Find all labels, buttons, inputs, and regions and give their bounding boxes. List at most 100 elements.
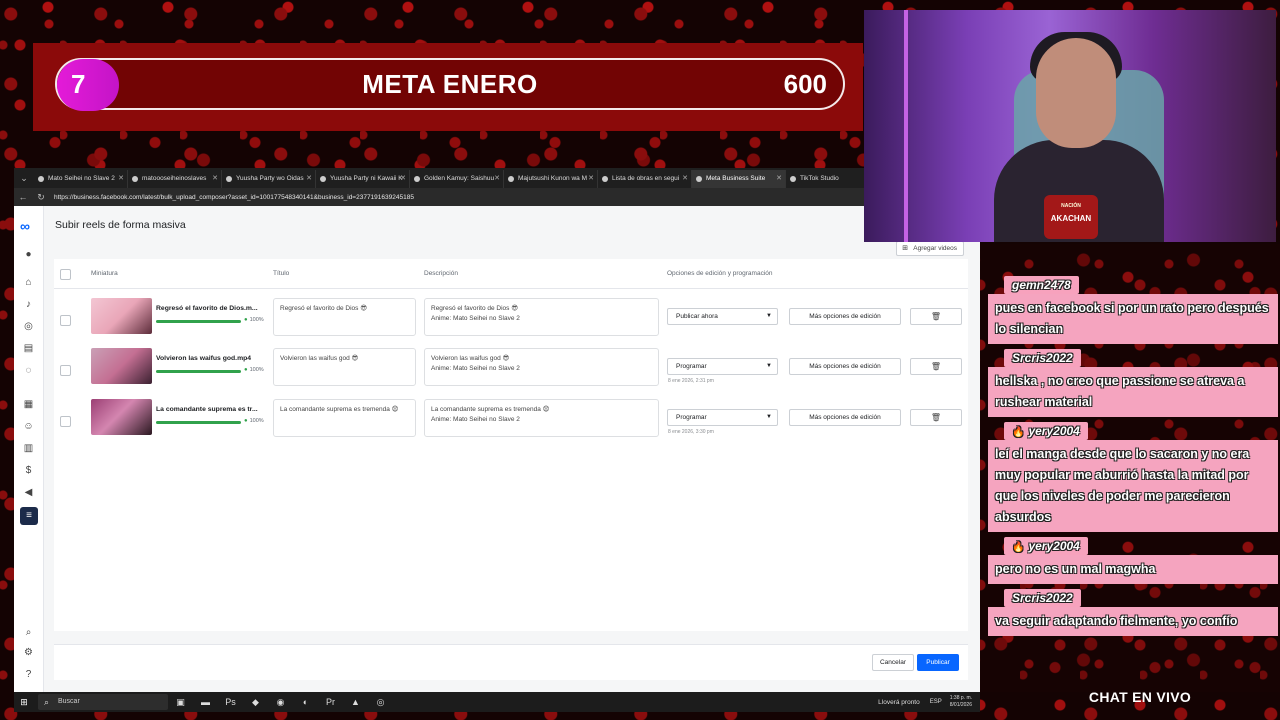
flame-icon: 🔥 bbox=[1012, 427, 1025, 438]
row-checkbox[interactable] bbox=[60, 416, 71, 427]
app-icon[interactable]: ◆ bbox=[243, 697, 268, 708]
tab-list-icon[interactable]: ⌄ bbox=[14, 173, 34, 184]
browser-tab[interactable]: Yuusha Party ni Kawaii K ✕ bbox=[316, 170, 410, 188]
schedule-select[interactable]: Programar ▼ bbox=[667, 409, 778, 426]
search-icon[interactable]: ⌕ bbox=[22, 626, 35, 639]
streamer-head bbox=[1036, 38, 1116, 148]
edge-icon[interactable]: ◐ bbox=[293, 697, 318, 707]
premiere-icon[interactable]: Pr bbox=[318, 697, 343, 707]
video-thumbnail[interactable] bbox=[91, 348, 152, 384]
chevron-down-icon: ▼ bbox=[766, 363, 772, 369]
insights-icon[interactable]: ▥ bbox=[22, 442, 35, 455]
close-icon[interactable]: ✕ bbox=[776, 170, 782, 188]
weather-widget[interactable]: Lloverá pronto bbox=[878, 699, 920, 706]
more-edit-options-button[interactable]: Más opciones de edición bbox=[789, 409, 901, 426]
tab-favicon-icon bbox=[38, 176, 44, 182]
column-thumbnail: Miniatura bbox=[91, 270, 118, 277]
goal-progress-bar: 7 META ENERO 600 bbox=[55, 58, 845, 111]
chat-username-badge: 🔥 yery2004 bbox=[1004, 422, 1088, 440]
video-filename: La comandante suprema es tr... bbox=[156, 406, 258, 413]
chat-message: gemn2478 pues en facebook si por un rato… bbox=[988, 276, 1278, 344]
description-input[interactable]: Volvieron las waifus god 😎 Anime: Mato S… bbox=[424, 348, 659, 386]
delete-icon[interactable]: 🗑 bbox=[910, 308, 962, 325]
close-icon[interactable]: ✕ bbox=[118, 170, 124, 188]
table-row: Regresó el favorito de Dios.m... 100% Re… bbox=[54, 298, 968, 348]
notifications-icon[interactable]: ♪ bbox=[22, 298, 35, 311]
ads-megaphone-icon[interactable]: ◀ bbox=[22, 486, 35, 499]
all-tools-icon[interactable]: ≡ bbox=[20, 507, 38, 525]
reload-icon[interactable]: ↻ bbox=[32, 192, 50, 203]
calendar-icon[interactable]: ▦ bbox=[22, 398, 35, 411]
publish-button[interactable]: Publicar bbox=[917, 654, 959, 671]
close-icon[interactable]: ✕ bbox=[682, 170, 688, 188]
flame-icon: 🔥 bbox=[1012, 542, 1025, 553]
row-checkbox[interactable] bbox=[60, 365, 71, 376]
file-explorer-icon[interactable]: ▬ bbox=[193, 697, 218, 707]
row-checkbox[interactable] bbox=[60, 315, 71, 326]
close-icon[interactable]: ✕ bbox=[588, 170, 594, 188]
webcam-feed: NACIÓN AKACHAN bbox=[864, 10, 1276, 242]
help-icon[interactable]: ? bbox=[22, 668, 35, 681]
home-icon[interactable]: ⌂ bbox=[22, 276, 35, 289]
more-edit-options-button[interactable]: Más opciones de edición bbox=[789, 358, 901, 375]
browser-tab[interactable]: Golden Kamuy: Saishuu ✕ bbox=[410, 170, 504, 188]
ads-icon[interactable]: ◌ bbox=[22, 364, 35, 377]
monetization-icon[interactable]: $ bbox=[22, 464, 35, 477]
chrome-icon[interactable]: ◉ bbox=[268, 697, 293, 708]
close-icon[interactable]: ✕ bbox=[306, 170, 312, 188]
schedule-select[interactable]: Programar ▼ bbox=[667, 358, 778, 375]
taskbar-clock[interactable]: 1:38 p. m. 8/01/2026 bbox=[950, 695, 972, 709]
chat-message: Srcris2022 va seguir adaptando fielmente… bbox=[988, 589, 1278, 636]
delete-icon[interactable]: 🗑 bbox=[910, 358, 962, 375]
description-input[interactable]: Regresó el favorito de Dios 😎 Anime: Mat… bbox=[424, 298, 659, 336]
close-icon[interactable]: ✕ bbox=[400, 170, 406, 188]
chat-text: leí el manga desde que lo sacaron y no e… bbox=[988, 440, 1278, 532]
chat-text: pues en facebook si por un rato pero des… bbox=[988, 294, 1278, 344]
browser-tab[interactable]: Yuusha Party wo Oidas ✕ bbox=[222, 170, 316, 188]
chat-username: Srcris2022 bbox=[1004, 589, 1081, 607]
page-footer: Cancelar Publicar bbox=[54, 644, 968, 680]
close-icon[interactable]: ✕ bbox=[494, 170, 500, 188]
browser-tab[interactable]: Lista de obras en segui ✕ bbox=[598, 170, 692, 188]
chat-live-label: CHAT EN VIVO bbox=[1088, 689, 1192, 705]
video-thumbnail[interactable] bbox=[91, 298, 152, 334]
description-input[interactable]: La comandante suprema es tremenda 😧 Anim… bbox=[424, 399, 659, 437]
inbox-icon[interactable]: ☺ bbox=[22, 420, 35, 433]
videos-table: Miniatura Título Descripción Opciones de… bbox=[54, 259, 968, 631]
back-icon[interactable]: ← bbox=[14, 192, 32, 202]
settings-gear-icon[interactable]: ⚙ bbox=[22, 646, 35, 659]
windows-start-icon[interactable]: ⊞ bbox=[14, 697, 34, 708]
title-input[interactable]: Volvieron las waifus god 😎 bbox=[273, 348, 416, 386]
title-input[interactable]: La comandante suprema es tremenda 😧 bbox=[273, 399, 416, 437]
upload-percent: 100% bbox=[244, 367, 264, 373]
table-header: Miniatura Título Descripción Opciones de… bbox=[54, 259, 968, 289]
taskbar-search[interactable]: Buscar bbox=[38, 694, 168, 710]
system-tray-language[interactable]: ESP bbox=[930, 699, 942, 705]
browser-tab-active[interactable]: Meta Business Suite ✕ bbox=[692, 170, 786, 188]
schedule-select[interactable]: Publicar ahora ▼ bbox=[667, 308, 778, 325]
browser-tab[interactable]: Mato Seihei no Slave 2 ✕ bbox=[34, 170, 128, 188]
content-icon[interactable]: ▤ bbox=[22, 342, 35, 355]
url-field[interactable]: https://business.facebook.com/latest/bul… bbox=[54, 194, 918, 201]
browser-tab[interactable]: matoooseiheinoslaves ✕ bbox=[128, 170, 222, 188]
task-view-icon[interactable]: ▣ bbox=[168, 697, 193, 708]
meta-logo-icon[interactable]: ∞ bbox=[20, 218, 30, 234]
photoshop-icon[interactable]: Ps bbox=[218, 697, 243, 707]
cancel-button[interactable]: Cancelar bbox=[872, 654, 914, 671]
obs-icon[interactable]: ◎ bbox=[368, 697, 393, 708]
planner-icon[interactable]: ◎ bbox=[22, 320, 35, 333]
add-videos-button[interactable]: Agregar videos bbox=[896, 241, 964, 256]
video-filename: Regresó el favorito de Dios.m... bbox=[156, 305, 258, 312]
upload-percent: 100% bbox=[244, 418, 264, 424]
title-input[interactable]: Regresó el favorito de Dios 😎 bbox=[273, 298, 416, 336]
select-all-checkbox[interactable] bbox=[60, 269, 71, 280]
more-edit-options-button[interactable]: Más opciones de edición bbox=[789, 308, 901, 325]
vlc-icon[interactable]: ▲ bbox=[343, 697, 368, 707]
video-thumbnail[interactable] bbox=[91, 399, 152, 435]
tab-favicon-icon bbox=[226, 176, 232, 182]
close-icon[interactable]: ✕ bbox=[212, 170, 218, 188]
delete-icon[interactable]: 🗑 bbox=[910, 409, 962, 426]
led-light bbox=[904, 10, 908, 242]
page-avatar-icon[interactable]: ● bbox=[22, 248, 35, 261]
browser-tab[interactable]: Majutsushi Kunon wa M ✕ bbox=[504, 170, 598, 188]
